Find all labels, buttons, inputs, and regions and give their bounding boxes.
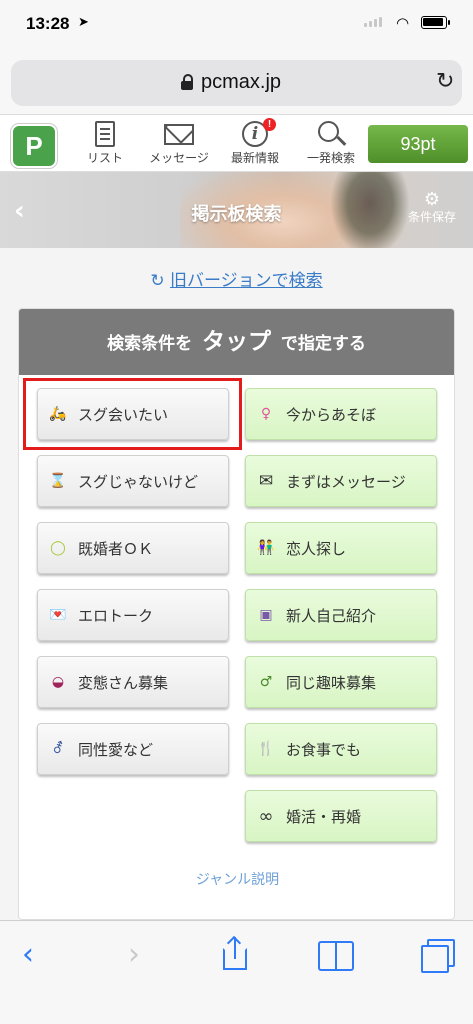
profile-card-icon: ▣ bbox=[259, 607, 273, 623]
nav-item-label: 一発検索 bbox=[306, 151, 355, 165]
battery-icon bbox=[421, 16, 450, 29]
reload-icon[interactable]: ↻ bbox=[436, 69, 454, 94]
genre-button-label: 恋人探し bbox=[286, 539, 347, 558]
genre-button-lover[interactable]: 👫 恋人探し bbox=[245, 522, 437, 574]
app-navigation: P リスト メッセージ i! 最新情報 一発検索 93pt bbox=[0, 114, 473, 172]
genre-button-hobby[interactable]: ♂ 同じ趣味募集 bbox=[245, 656, 437, 708]
genre-button-label: 既婚者ＯＫ bbox=[78, 539, 154, 558]
bookmarks-icon[interactable] bbox=[318, 941, 354, 971]
genre-button-label: 同じ趣味募集 bbox=[286, 673, 377, 692]
browser-toolbar: ‹ › bbox=[0, 920, 473, 1024]
back-arrow-icon[interactable]: ‹ bbox=[8, 935, 48, 975]
location-arrow-icon: ➤ bbox=[78, 15, 89, 30]
points-button[interactable]: 93pt bbox=[368, 125, 468, 163]
genre-button-label: まずはメッセージ bbox=[286, 472, 406, 491]
couple-icon: 👫 bbox=[257, 540, 275, 556]
genre-button-label: お食事でも bbox=[286, 740, 362, 759]
panel-header-emphasis: タップ bbox=[202, 329, 271, 355]
nav-item-message[interactable]: メッセージ bbox=[144, 119, 214, 171]
old-version-label: 旧バージョンで検索 bbox=[169, 271, 323, 291]
cellular-signal-icon bbox=[364, 17, 382, 27]
genre-button-label: スグじゃないけど bbox=[78, 472, 199, 491]
search-icon bbox=[317, 120, 345, 148]
url-text: pcmax.jp bbox=[201, 71, 282, 93]
genre-button-label: エロトーク bbox=[78, 606, 154, 625]
genre-button-message-first[interactable]: ✉ まずはメッセージ bbox=[245, 455, 437, 507]
save-conditions-label: 条件保存 bbox=[407, 210, 456, 224]
genre-button-married-ok[interactable]: ◯ 既婚者ＯＫ bbox=[37, 522, 229, 574]
genre-button-label: 婚活・再婚 bbox=[286, 807, 362, 826]
share-icon[interactable] bbox=[223, 935, 247, 971]
refresh-icon: ↻ bbox=[150, 271, 165, 291]
lock-icon bbox=[181, 74, 193, 90]
genre-button-label: 同性愛など bbox=[78, 740, 154, 759]
nav-item-label: 最新情報 bbox=[230, 151, 279, 165]
genre-button-ero-talk[interactable]: 💌 エロトーク bbox=[37, 589, 229, 641]
ring-icon: ◯ bbox=[50, 540, 66, 556]
nav-item-label: リスト bbox=[86, 151, 123, 165]
pcmax-logo[interactable]: P bbox=[11, 124, 57, 168]
woman-icon: ♀ bbox=[260, 406, 272, 422]
gender-icon: ⚦ bbox=[52, 741, 64, 757]
genre-button-label: 変態さん募集 bbox=[78, 673, 169, 692]
wifi-icon: ◠ bbox=[396, 14, 410, 32]
old-version-link[interactable]: ↻ 旧バージョンで検索 bbox=[0, 266, 473, 291]
status-time: 13:28 bbox=[26, 14, 70, 33]
hourglass-icon: ⌛ bbox=[49, 473, 67, 489]
page-banner: ‹ 掲示板検索 ⚙ 条件保存 bbox=[0, 172, 473, 248]
nav-item-search[interactable]: 一発検索 bbox=[296, 119, 366, 171]
browser-address-area: pcmax.jp ↻ bbox=[0, 44, 473, 114]
genre-button-hentai[interactable]: ◒ 変態さん募集 bbox=[37, 656, 229, 708]
genre-description-link[interactable]: ジャンル説明 bbox=[19, 869, 456, 889]
genre-button-label: 新人自己紹介 bbox=[286, 606, 377, 625]
envelope-icon: ✉ bbox=[258, 471, 274, 491]
forward-arrow-icon[interactable]: › bbox=[114, 935, 154, 975]
panel-header: 検索条件を タップ で指定する bbox=[19, 309, 454, 375]
tabs-icon[interactable] bbox=[421, 939, 455, 973]
panel-header-suffix: で指定する bbox=[280, 334, 366, 354]
genre-button-self-intro[interactable]: ▣ 新人自己紹介 bbox=[245, 589, 437, 641]
nav-item-label: メッセージ bbox=[149, 151, 209, 165]
love-letter-icon: 💌 bbox=[49, 607, 67, 623]
gear-icon: ⚙ bbox=[423, 189, 441, 210]
genre-button-marriage[interactable]: ∞ 婚活・再婚 bbox=[245, 790, 437, 842]
genre-button-same-sex[interactable]: ⚦ 同性愛など bbox=[37, 723, 229, 775]
panel-header-prefix: 検索条件を bbox=[107, 334, 193, 354]
wedding-rings-icon: ∞ bbox=[258, 805, 274, 827]
selection-highlight bbox=[23, 378, 242, 450]
nav-item-news[interactable]: i! 最新情報 bbox=[220, 118, 290, 171]
save-conditions-button[interactable]: ⚙ 条件保存 bbox=[400, 189, 464, 225]
list-icon bbox=[95, 121, 115, 147]
genre-button-label: 今からあそぼ bbox=[286, 405, 377, 424]
search-conditions-panel: 検索条件を タップ で指定する 🛵 スグ会いたい ⌛ スグじゃないけど ◯ 既婚… bbox=[18, 308, 455, 920]
genre-button-sugu-janai[interactable]: ⌛ スグじゃないけど bbox=[37, 455, 229, 507]
mail-icon bbox=[164, 123, 194, 145]
mask-icon: ◒ bbox=[51, 674, 65, 690]
genre-button-ima-kara[interactable]: ♀ 今からあそぼ bbox=[245, 388, 437, 440]
notification-badge: ! bbox=[263, 118, 276, 131]
hobby-person-icon: ♂ bbox=[259, 674, 273, 690]
info-icon: i! bbox=[242, 118, 276, 147]
nav-item-list[interactable]: リスト bbox=[70, 119, 140, 171]
genre-button-dining[interactable]: 🍴 お食事でも bbox=[245, 723, 437, 775]
fork-knife-icon: 🍴 bbox=[257, 741, 275, 757]
status-bar: 13:28 ➤ ◠ bbox=[0, 0, 473, 44]
address-bar[interactable]: pcmax.jp ↻ bbox=[11, 60, 462, 106]
